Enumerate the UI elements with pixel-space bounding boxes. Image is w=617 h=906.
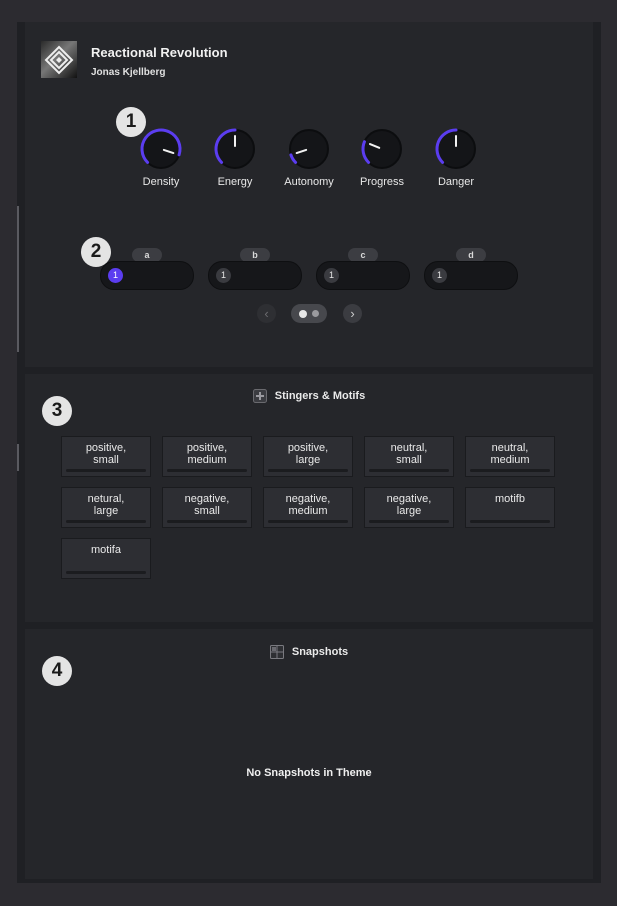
page-dot[interactable] [312, 310, 319, 317]
stinger-label: negative, large [386, 493, 432, 517]
knob-label-density: Density [142, 176, 180, 188]
density-knob-icon[interactable] [138, 126, 184, 172]
scroll-indicator-lower [17, 444, 19, 471]
stinger-button[interactable]: positive, small [61, 436, 151, 477]
slot-pill[interactable]: 1 [100, 261, 194, 290]
stinger-progress-bar [268, 520, 348, 523]
snapshots-header: Snapshots [25, 645, 593, 659]
stinger-progress-bar [66, 571, 146, 574]
pager-next-button[interactable]: › [343, 304, 362, 323]
stinger-progress-bar [369, 520, 449, 523]
stinger-progress-bar [167, 520, 247, 523]
stinger-label: positive, small [85, 442, 127, 466]
track-title: Reactional Revolution [91, 45, 228, 60]
knob-danger[interactable]: Danger [426, 126, 486, 188]
stinger-button[interactable]: negative, large [364, 487, 454, 528]
energy-knob-icon[interactable] [212, 126, 258, 172]
stinger-progress-bar [268, 469, 348, 472]
stinger-progress-bar [66, 469, 146, 472]
stinger-button[interactable]: positive, medium [162, 436, 252, 477]
stinger-label: positive, large [287, 442, 329, 466]
chevron-right-icon: › [350, 306, 355, 321]
stinger-button[interactable]: motifb [465, 487, 555, 528]
snapshots-panel: 4 Snapshots No Snapshots in Theme [25, 629, 593, 879]
stinger-button[interactable]: negative, medium [263, 487, 353, 528]
stinger-button[interactable]: negative, small [162, 487, 252, 528]
stinger-label: negative, medium [285, 493, 331, 517]
stingers-header: Stingers & Motifs [25, 389, 593, 403]
stinger-label: positive, medium [186, 442, 228, 466]
page-dot-active[interactable] [299, 309, 307, 318]
stinger-label: motifa [91, 544, 121, 556]
slot-count: 1 [108, 268, 123, 283]
slot-tag: b [240, 248, 270, 262]
slot-tag: d [456, 248, 486, 262]
stinger-progress-bar [167, 469, 247, 472]
knob-autonomy[interactable]: Autonomy [279, 126, 339, 188]
stinger-label: netural, large [87, 493, 125, 517]
stinger-label: neutral, medium [490, 442, 530, 466]
progress-knob-icon[interactable] [359, 126, 405, 172]
knob-label-danger: Danger [437, 176, 475, 188]
slot-count: 1 [324, 268, 339, 283]
slot-count: 1 [432, 268, 447, 283]
stingers-title: Stingers & Motifs [274, 390, 366, 402]
snapshots-icon [269, 645, 284, 659]
slot-count: 1 [216, 268, 231, 283]
knob-label-progress: Progress [359, 176, 405, 188]
autonomy-knob-icon[interactable] [286, 126, 332, 172]
callout-badge-4: 4 [42, 656, 72, 686]
stinger-progress-bar [369, 469, 449, 472]
scroll-indicator [17, 206, 19, 352]
album-art [41, 41, 77, 78]
stinger-button[interactable]: neutral, small [364, 436, 454, 477]
knob-density[interactable]: Density [131, 126, 191, 188]
knob-energy[interactable]: Energy [205, 126, 265, 188]
slot-pill[interactable]: 1 [208, 261, 302, 290]
knob-progress[interactable]: Progress [352, 126, 412, 188]
stinger-progress-bar [470, 469, 550, 472]
knob-label-energy: Energy [217, 176, 253, 188]
chevron-left-icon: ‹ [264, 306, 269, 321]
album-logo-icon [44, 45, 74, 74]
stinger-button[interactable]: neutral, medium [465, 436, 555, 477]
stinger-button[interactable]: netural, large [61, 487, 151, 528]
stinger-progress-bar [66, 520, 146, 523]
stinger-label: negative, small [184, 493, 230, 517]
slot-tag: a [132, 248, 162, 262]
snapshots-empty-message: No Snapshots in Theme [246, 767, 372, 779]
slot-pill[interactable]: 1 [316, 261, 410, 290]
stinger-button[interactable]: positive, large [263, 436, 353, 477]
stinger-label: motifb [495, 493, 525, 505]
pager-prev-button[interactable]: ‹ [257, 304, 276, 323]
danger-knob-icon[interactable] [433, 126, 479, 172]
stingers-panel: 3 Stingers & Motifs positive, small posit… [25, 374, 593, 622]
theme-frame: Reactional Revolution Jonas Kjellberg 1 … [17, 22, 601, 883]
pager-dots[interactable] [291, 304, 327, 323]
knob-label-autonomy: Autonomy [284, 176, 334, 188]
stinger-progress-bar [470, 520, 550, 523]
slot-tag: c [348, 248, 378, 262]
snapshots-title: Snapshots [291, 646, 349, 658]
controls-panel: Reactional Revolution Jonas Kjellberg 1 … [25, 22, 593, 367]
stinger-label: neutral, small [390, 442, 428, 466]
track-artist: Jonas Kjellberg [91, 67, 166, 78]
stinger-button[interactable]: motifa [61, 538, 151, 579]
slot-pill[interactable]: 1 [424, 261, 518, 290]
stinger-icon [252, 389, 267, 403]
